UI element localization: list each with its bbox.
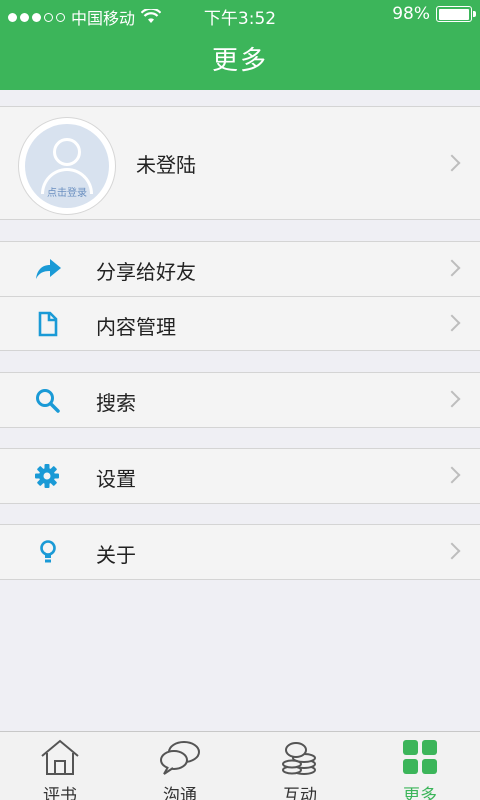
profile-name: 未登陆 <box>136 153 196 177</box>
chevron-right-icon <box>443 542 461 560</box>
tab-label: 评书 <box>43 786 77 800</box>
lightbulb-icon <box>40 540 56 563</box>
menu-item-label: 分享给好友 <box>96 260 196 284</box>
battery-icon <box>436 6 476 22</box>
page-title: 更多 <box>211 46 268 76</box>
menu-item-share[interactable]: 分享给好友 <box>0 242 480 296</box>
chevron-right-icon <box>443 259 461 277</box>
chevron-right-icon <box>443 154 461 172</box>
menu-item-label: 内容管理 <box>96 315 176 339</box>
menu-group-3: 设置 <box>0 448 480 504</box>
tab-interact[interactable]: 互动 <box>240 732 360 800</box>
coins-icon <box>282 742 316 775</box>
avatar[interactable]: 点击登录 <box>18 117 116 215</box>
tab-label: 沟通 <box>163 786 197 800</box>
tab-label: 更多 <box>403 786 437 800</box>
chat-bubbles-icon <box>160 741 200 775</box>
tab-more[interactable]: 更多 <box>360 732 480 800</box>
avatar-login-caption: 点击登录 <box>47 188 87 199</box>
menu-item-about[interactable]: 关于 <box>0 525 480 579</box>
menu-item-label: 关于 <box>96 543 136 567</box>
menu-item-label: 设置 <box>96 467 136 491</box>
document-icon <box>38 311 58 337</box>
menu-group-2: 搜索 <box>0 372 480 428</box>
tab-bar: 评书 沟通 互动 更多 <box>0 731 480 800</box>
status-bar: 中国移动 下午3:52 98% <box>0 0 480 30</box>
chevron-right-icon <box>443 390 461 408</box>
chevron-right-icon <box>443 314 461 332</box>
gear-icon <box>35 464 59 488</box>
share-icon <box>36 259 61 279</box>
house-icon <box>41 739 79 775</box>
menu-item-label: 搜索 <box>96 391 136 415</box>
menu-group-1: 分享给好友 内容管理 <box>0 241 480 351</box>
chevron-right-icon <box>443 466 461 484</box>
menu-item-search[interactable]: 搜索 <box>0 373 480 427</box>
tab-storytelling[interactable]: 评书 <box>0 732 120 800</box>
profile-row[interactable]: 点击登录 未登陆 <box>0 106 480 220</box>
menu-item-content-management[interactable]: 内容管理 <box>0 296 480 350</box>
user-silhouette-icon <box>53 138 81 166</box>
battery-percent: 98% <box>392 4 430 24</box>
menu-group-4: 关于 <box>0 524 480 580</box>
menu-item-settings[interactable]: 设置 <box>0 449 480 503</box>
search-icon <box>36 389 60 413</box>
grid-icon <box>403 740 437 774</box>
tab-label: 互动 <box>283 786 317 800</box>
tab-communicate[interactable]: 沟通 <box>120 732 240 800</box>
header-bar: 中国移动 下午3:52 98% 更多 <box>0 0 480 90</box>
